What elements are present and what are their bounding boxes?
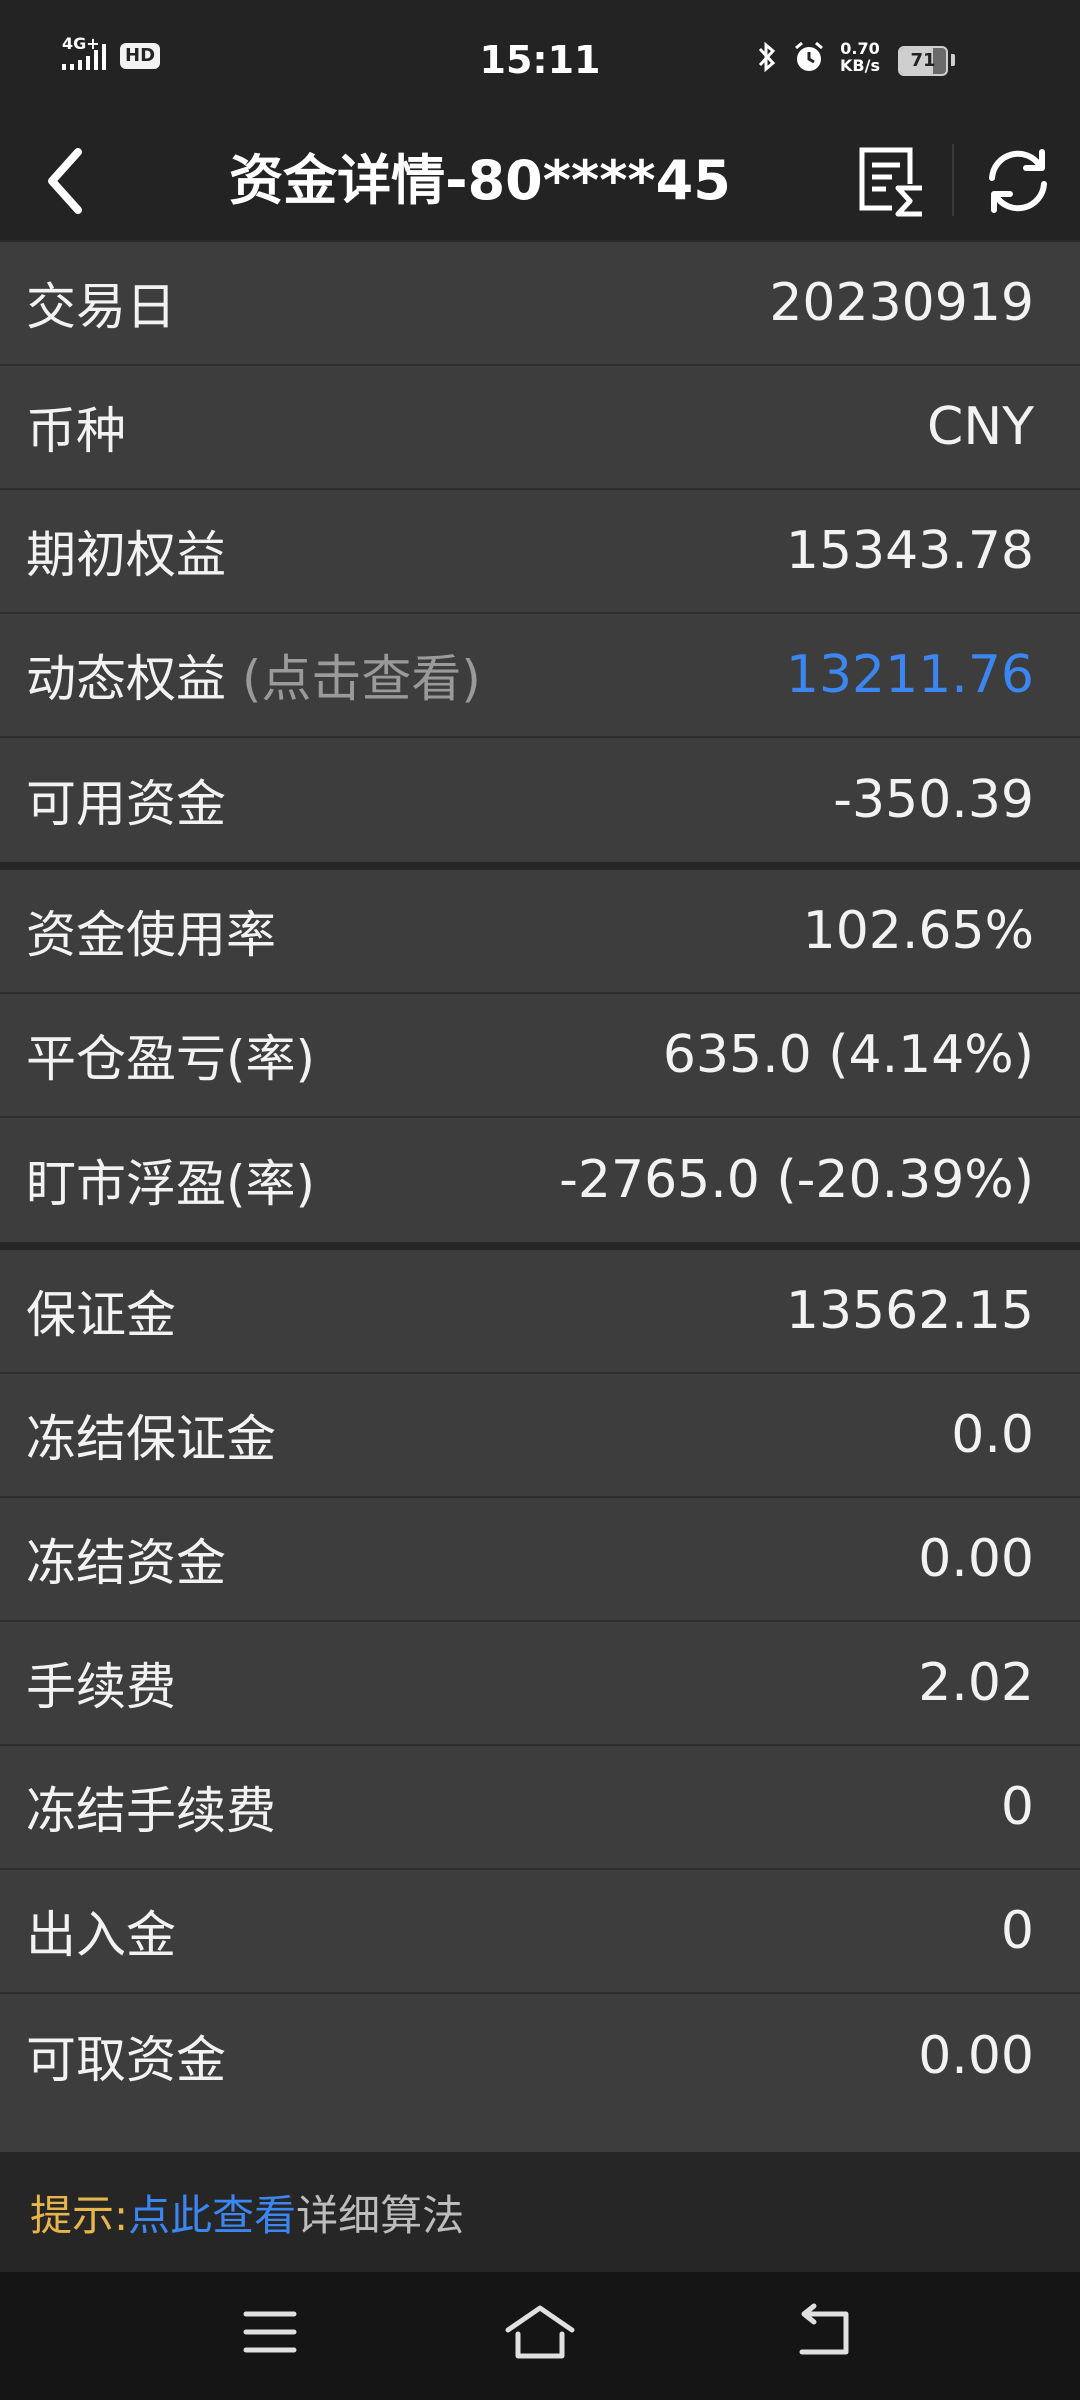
row-value: 0 — [1000, 1777, 1034, 1837]
row-frozen-margin: 冻结保证金 0.0 — [0, 1374, 1080, 1498]
tip-text: 详细算法 — [296, 2190, 465, 2240]
row-value: 15343.78 — [785, 521, 1034, 581]
row-deposit-withdrawal: 出入金 0 — [0, 1870, 1080, 1994]
row-value: 0.00 — [918, 1529, 1034, 1589]
row-label: 手续费 — [26, 1658, 176, 1716]
row-currency: 币种 CNY — [0, 366, 1080, 490]
row-frozen-commission: 冻结手续费 0 — [0, 1746, 1080, 1870]
net-speed-value: 0.70 — [840, 39, 880, 58]
tip-bar: 提示: 点此查看 详细算法 — [0, 2152, 1080, 2272]
bluetooth-icon — [758, 41, 776, 73]
summary-button[interactable] — [852, 132, 932, 228]
row-label: 平仓盈亏(率) — [26, 1030, 316, 1088]
header-divider — [952, 144, 954, 216]
battery-icon: 71 — [898, 46, 955, 76]
section-divider — [0, 862, 1080, 870]
back-button[interactable] — [30, 134, 120, 228]
page-title: 资金详情-80****45 — [229, 149, 731, 212]
row-label-wrap: 动态权益 (点击查看) — [26, 639, 481, 711]
net-speed-unit: KB/s — [840, 56, 880, 75]
row-usage-rate: 资金使用率 102.65% — [0, 870, 1080, 994]
system-nav-bar — [0, 2272, 1080, 2400]
row-label: 冻结手续费 — [26, 1782, 276, 1840]
menu-icon — [243, 2311, 297, 2353]
back-arrow-icon — [48, 148, 82, 214]
row-label: 动态权益 — [26, 650, 242, 708]
row-floating-pnl: 盯市浮盈(率) -2765.0 (-20.39%) — [0, 1118, 1080, 1242]
row-margin: 保证金 13562.15 — [0, 1250, 1080, 1374]
row-label: 期初权益 — [26, 526, 226, 584]
refresh-icon — [989, 149, 1047, 213]
row-frozen-funds: 冻结资金 0.00 — [0, 1498, 1080, 1622]
row-withdrawable-funds: 可取资金 0.00 — [0, 1994, 1080, 2118]
home-icon — [505, 2305, 575, 2359]
section-basic: 交易日 20230919 币种 CNY 期初权益 15343.78 动态权益 (… — [0, 242, 1080, 862]
nav-back-button[interactable] — [784, 2296, 864, 2368]
row-value: 2.02 — [918, 1653, 1034, 1713]
row-label: 可用资金 — [26, 775, 226, 833]
row-value: 0.0 — [951, 1405, 1034, 1465]
row-label: 币种 — [26, 402, 126, 460]
row-value: 0 — [1000, 1901, 1034, 1961]
summary-sigma-icon — [859, 147, 926, 218]
row-label: 冻结保证金 — [26, 1410, 276, 1468]
refresh-button[interactable] — [978, 132, 1058, 228]
alarm-icon — [795, 41, 823, 71]
row-opening-equity: 期初权益 15343.78 — [0, 490, 1080, 614]
section-margins: 保证金 13562.15 冻结保证金 0.0 冻结资金 0.00 手续费 2.0… — [0, 1250, 1080, 2118]
row-value: 0.00 — [918, 2026, 1034, 2086]
row-trade-date: 交易日 20230919 — [0, 242, 1080, 366]
row-label: 可取资金 — [26, 2031, 226, 2089]
row-label: 资金使用率 — [26, 906, 276, 964]
row-value: 13562.15 — [785, 1281, 1034, 1341]
row-label: 出入金 — [26, 1906, 176, 1964]
row-value: 20230919 — [769, 273, 1034, 333]
section-divider — [0, 1242, 1080, 1250]
row-label: 交易日 — [26, 278, 176, 336]
back-icon — [799, 2303, 849, 2355]
app-header: 资金详情-80****45 — [0, 122, 1080, 240]
tip-label: 提示: — [30, 2190, 129, 2240]
fund-detail-list: 交易日 20230919 币种 CNY 期初权益 15343.78 动态权益 (… — [0, 240, 1080, 2118]
row-label: 盯市浮盈(率) — [26, 1155, 316, 1213]
net-speed: 0.70 KB/s — [840, 40, 880, 74]
row-label: 冻结资金 — [26, 1534, 226, 1592]
row-close-pnl: 平仓盈亏(率) 635.0 (4.14%) — [0, 994, 1080, 1118]
status-bar: 4G+ HD 15:11 0.70 KB/s 71 — [0, 0, 1080, 122]
section-ratios: 资金使用率 102.65% 平仓盈亏(率) 635.0 (4.14%) 盯市浮盈… — [0, 870, 1080, 1242]
row-value: -2765.0 (-20.39%) — [559, 1150, 1034, 1210]
row-label: 保证金 — [26, 1286, 176, 1344]
nav-home-button[interactable] — [500, 2296, 580, 2368]
row-value: 102.65% — [802, 901, 1034, 961]
row-hint[interactable]: (点击查看) — [242, 650, 481, 708]
row-dynamic-equity[interactable]: 动态权益 (点击查看) 13211.76 — [0, 614, 1080, 738]
row-value: 635.0 (4.14%) — [662, 1025, 1034, 1085]
row-value: -350.39 — [833, 770, 1034, 830]
row-commission: 手续费 2.02 — [0, 1622, 1080, 1746]
nav-menu-button[interactable] — [232, 2296, 312, 2368]
status-right: 0.70 KB/s — [756, 40, 880, 74]
tip-link[interactable]: 点此查看 — [128, 2182, 296, 2243]
battery-level: 71 — [910, 50, 936, 71]
row-available-funds: 可用资金 -350.39 — [0, 738, 1080, 862]
dynamic-equity-link[interactable]: 13211.76 — [786, 645, 1034, 705]
row-value: CNY — [927, 397, 1034, 457]
